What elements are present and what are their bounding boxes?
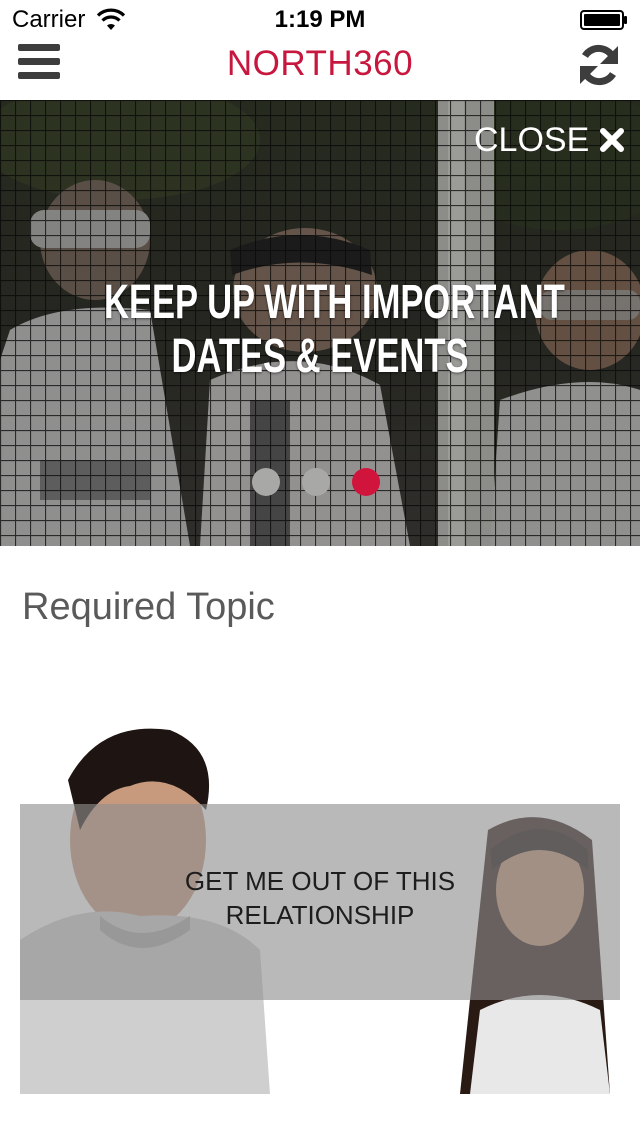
pager-dot-1[interactable] [252,468,280,496]
pager-dot-3[interactable] [352,468,380,496]
hero-headline: KEEP UP WITH IMPORTANT DATES & EVENTS [103,276,565,384]
clock: 1:19 PM [274,6,366,33]
close-label: CLOSE [474,120,590,159]
hero-carousel[interactable]: CLOSE KEEP UP WITH IMPORTANT DATES & EVE… [0,100,640,546]
hero-headline-line-2: DATES & EVENTS [171,330,469,383]
close-button[interactable]: CLOSE [474,120,625,160]
battery-icon [580,10,627,30]
topic-card[interactable]: GET ME OUT OF THIS RELATIONSHIP [20,720,620,1094]
topic-caption-line-2: RELATIONSHIP [225,900,415,930]
status-bar: Carrier 1:19 PM [0,0,640,40]
nav-bar: NORTH360 [0,40,640,100]
close-x-icon [600,128,625,152]
topic-caption-line-1: GET ME OUT OF THIS [184,866,456,896]
pager-dot-2[interactable] [302,468,330,496]
topic-caption: GET ME OUT OF THIS RELATIONSHIP [150,864,490,932]
carousel-pager [252,468,380,496]
section-title: Required Topic [22,586,275,628]
app-title: NORTH360 [226,44,414,83]
hero-headline-line-1: KEEP UP WITH IMPORTANT [103,276,565,329]
refresh-icon[interactable] [576,42,622,88]
